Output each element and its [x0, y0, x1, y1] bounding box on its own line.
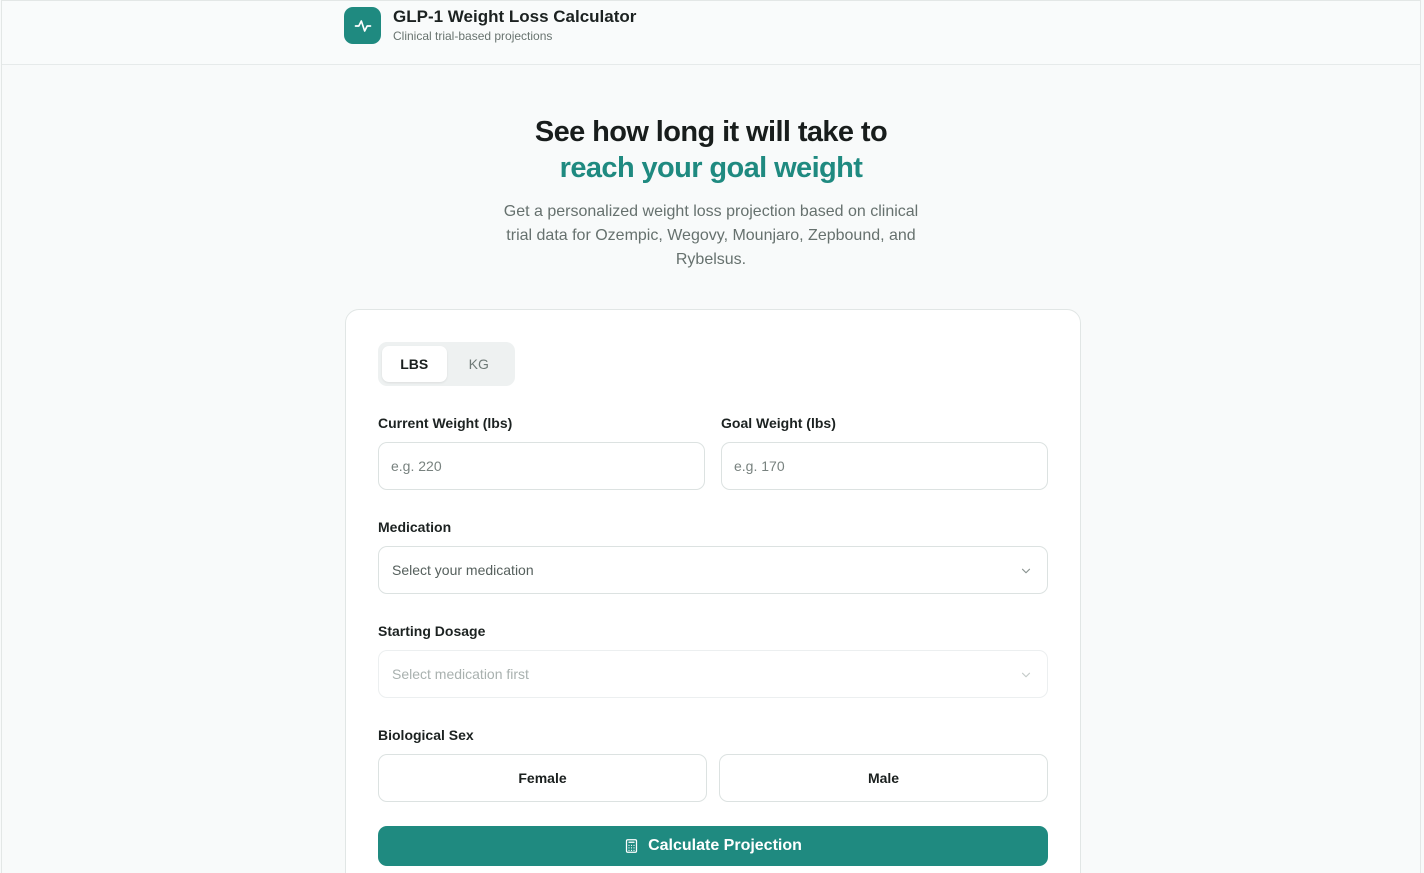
medication-select[interactable]: Select your medication — [378, 546, 1048, 594]
current-weight-input[interactable] — [378, 442, 705, 490]
unit-kg-button[interactable]: KG — [447, 346, 512, 382]
medication-label: Medication — [378, 519, 452, 535]
calculate-projection-button[interactable]: Calculate Projection — [378, 826, 1048, 866]
hero-section: See how long it will take to reach your … — [2, 114, 1420, 272]
unit-toggle: LBS KG — [378, 342, 515, 386]
calculator-card: LBS KG Current Weight (lbs) Goal Weight … — [345, 309, 1081, 873]
calculate-button-label: Calculate Projection — [648, 837, 802, 854]
unit-lbs-button[interactable]: LBS — [382, 346, 447, 382]
app-logo — [344, 7, 381, 44]
calculator-icon — [625, 839, 638, 853]
medication-select-value: Select your medication — [392, 562, 534, 578]
hero-description: Get a personalized weight loss projectio… — [503, 203, 919, 268]
hero-heading: See how long it will take to — [534, 116, 888, 148]
hero-heading-accent: reach your goal weight — [559, 152, 863, 184]
chevron-down-icon — [1021, 672, 1031, 678]
dosage-select-value: Select medication first — [392, 666, 529, 682]
biological-sex-label: Biological Sex — [378, 727, 474, 743]
sex-female-button[interactable]: Female — [378, 754, 707, 802]
sex-male-button[interactable]: Male — [719, 754, 1048, 802]
goal-weight-label: Goal Weight (lbs) — [721, 415, 836, 431]
current-weight-label: Current Weight (lbs) — [378, 415, 513, 431]
page-frame: GLP-1 Weight Loss Calculator Clinical tr… — [1, 0, 1421, 873]
dosage-select[interactable]: Select medication first — [378, 650, 1048, 698]
app-title: GLP-1 Weight Loss Calculator — [393, 7, 637, 26]
app-subtitle: Clinical trial-based projections — [393, 29, 553, 43]
activity-pulse-icon — [354, 19, 371, 32]
app-header: GLP-1 Weight Loss Calculator Clinical tr… — [2, 0, 1420, 65]
starting-dosage-label: Starting Dosage — [378, 623, 486, 639]
chevron-down-icon — [1021, 568, 1031, 574]
goal-weight-input[interactable] — [721, 442, 1048, 490]
